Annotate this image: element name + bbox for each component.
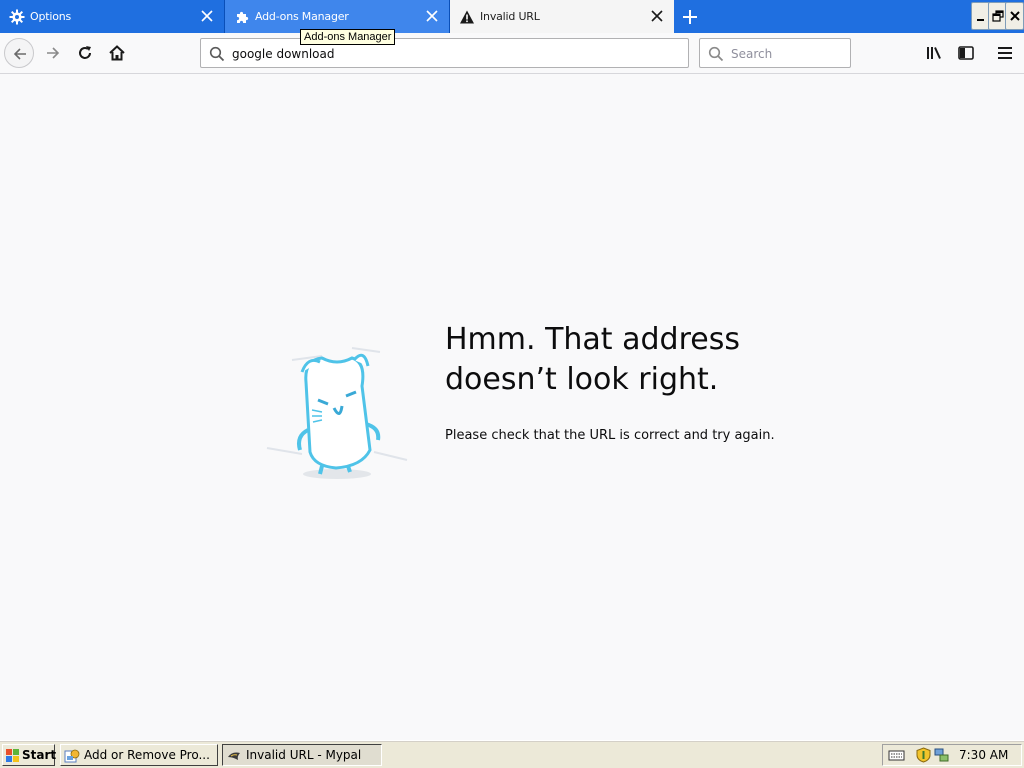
close-icon [1010, 11, 1020, 21]
arrow-right-icon [47, 47, 60, 59]
url-bar[interactable] [200, 38, 689, 68]
home-icon [109, 45, 125, 61]
close-icon[interactable] [425, 9, 439, 23]
puzzle-icon [237, 11, 249, 23]
error-title-line: Hmm. That address [445, 322, 740, 357]
home-button[interactable] [102, 38, 132, 68]
reload-icon [79, 46, 91, 59]
error-description: Please check that the URL is correct and… [445, 428, 775, 443]
network-icon[interactable] [933, 747, 950, 763]
windows-logo-icon [6, 749, 19, 762]
close-icon[interactable] [650, 9, 664, 23]
sidebar-icon [958, 46, 974, 60]
hamburger-menu-icon [998, 47, 1012, 59]
window-close-button[interactable] [1005, 2, 1024, 30]
tab-strip: Options Add-ons Manager Invalid URL [0, 0, 1024, 33]
sidebar-toggle-button[interactable] [954, 41, 978, 65]
back-button[interactable] [4, 38, 34, 68]
error-title: Hmm. That address doesn’t look right. [445, 320, 865, 400]
tab-label: Invalid URL [480, 10, 540, 23]
warning-icon [460, 10, 474, 24]
close-icon[interactable] [200, 9, 214, 23]
taskbar-button-add-remove-programs[interactable]: Add or Remove Pro... [60, 744, 218, 766]
library-button[interactable] [922, 41, 946, 65]
url-input[interactable] [232, 44, 672, 63]
navigation-toolbar [0, 33, 1024, 74]
error-title-line: doesn’t look right. [445, 362, 719, 397]
gear-icon [9, 9, 25, 25]
taskbar-button-label: Invalid URL - Mypal [246, 748, 362, 762]
system-tray: 7:30 AM [882, 744, 1022, 766]
add-remove-programs-icon [64, 749, 80, 763]
forward-button[interactable] [38, 38, 68, 68]
start-button[interactable]: Start [2, 744, 57, 766]
search-bar[interactable] [699, 38, 851, 68]
library-icon [927, 47, 941, 59]
taskbar: Start Add or Remove Pro... Invalid URL -… [0, 740, 1024, 768]
tab-invalid-url[interactable]: Invalid URL [450, 0, 674, 33]
clock: 7:30 AM [959, 748, 1009, 762]
security-shield-icon[interactable] [915, 747, 932, 763]
tab-options[interactable]: Options [0, 0, 224, 33]
error-illustration [266, 347, 408, 479]
taskbar-button-mypal[interactable]: Invalid URL - Mypal [222, 744, 382, 766]
mypal-icon [228, 752, 240, 760]
taskbar-button-label: Add or Remove Pro... [84, 748, 210, 762]
start-label: Start [22, 748, 57, 762]
restore-icon [992, 10, 1004, 22]
menu-button[interactable] [993, 41, 1017, 65]
search-icon [708, 46, 724, 62]
search-input[interactable] [731, 44, 841, 63]
reload-button[interactable] [70, 38, 100, 68]
tab-label: Options [30, 10, 72, 23]
keyboard-icon[interactable] [888, 747, 905, 763]
search-icon [209, 46, 225, 62]
tooltip: Add-ons Manager [300, 29, 396, 45]
new-tab-plus-icon[interactable] [680, 7, 700, 27]
tab-label: Add-ons Manager [255, 10, 349, 23]
minimize-icon [977, 19, 984, 21]
arrow-left-icon [13, 48, 26, 60]
